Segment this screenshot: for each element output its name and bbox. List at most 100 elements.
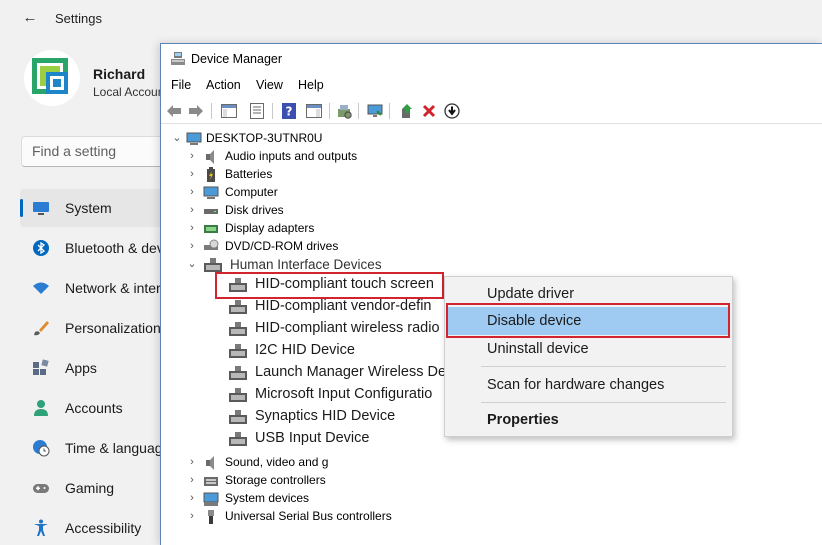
chevron-right-icon[interactable]: ›: [186, 510, 198, 522]
nav-label: Time & language: [65, 440, 171, 456]
tree-category-label: Disk drives: [225, 203, 284, 217]
forward-icon[interactable]: [186, 101, 206, 121]
chevron-right-icon[interactable]: ›: [186, 150, 198, 162]
chevron-right-icon[interactable]: ›: [186, 474, 198, 486]
toolbar-separator: [211, 103, 212, 119]
monitor-icon: [33, 202, 49, 215]
tree-device[interactable]: HID-compliant wireless radio: [161, 320, 461, 340]
chevron-right-icon[interactable]: ›: [186, 204, 198, 216]
tree-category[interactable]: › Computer: [161, 184, 461, 202]
tree-device[interactable]: I2C HID Device: [161, 342, 461, 362]
nav-item-network[interactable]: Network & internet: [20, 269, 180, 307]
tree-category-label: System devices: [225, 491, 310, 505]
disk-drive-icon: [204, 209, 218, 214]
menu-item-scan-hardware[interactable]: Scan for hardware changes: [447, 371, 730, 399]
apps-icon: [33, 359, 49, 375]
nav-item-time-language[interactable]: Time & language: [20, 429, 170, 467]
menu-item-label: Uninstall device: [487, 341, 589, 357]
menu-separator: [481, 402, 726, 403]
avatar[interactable]: [24, 50, 80, 106]
tree-category[interactable]: › Display adapters: [161, 220, 461, 238]
tree-category[interactable]: › Sound, video and g: [161, 454, 461, 472]
menu-help[interactable]: Help: [298, 78, 324, 92]
computer-icon: [186, 132, 202, 145]
tree-category-label: Batteries: [225, 167, 273, 181]
nav-label: System: [65, 200, 112, 216]
gamepad-icon: [33, 484, 49, 493]
scan-hardware-icon[interactable]: [334, 101, 354, 121]
nav-item-accessibility[interactable]: Accessibility: [20, 509, 170, 545]
hid-icon: [229, 322, 247, 336]
hid-icon: [229, 344, 247, 358]
hid-icon: [229, 432, 247, 446]
tree-device[interactable]: HID-compliant vendor-defin: [161, 298, 461, 318]
tree-root[interactable]: ⌄ DESKTOP-3UTNR0U: [161, 130, 461, 148]
tree-category[interactable]: › Audio inputs and outputs: [161, 148, 461, 166]
display-adapter-icon: [204, 225, 218, 233]
action-pane-icon[interactable]: [304, 101, 324, 121]
properties-icon[interactable]: [247, 101, 267, 121]
tree-category[interactable]: › DVD/CD-ROM drives: [161, 238, 461, 256]
menu-item-properties[interactable]: Properties: [447, 406, 730, 434]
tree-category[interactable]: › Universal Serial Bus controllers: [161, 508, 461, 526]
tree-device[interactable]: USB Input Device: [161, 430, 461, 450]
chevron-right-icon[interactable]: ›: [186, 168, 198, 180]
tree-root-label: DESKTOP-3UTNR0U: [206, 131, 323, 145]
tree-category[interactable]: › System devices: [161, 490, 461, 508]
svg-text:?: ?: [286, 105, 293, 119]
hid-icon: [229, 388, 247, 402]
highlight-box-selected-device: [215, 272, 444, 299]
monitor-icon[interactable]: [365, 101, 385, 121]
tree-device[interactable]: Launch Manager Wireless De: [161, 364, 461, 384]
menu-view[interactable]: View: [256, 78, 283, 92]
search-input[interactable]: [32, 143, 162, 159]
menu-item-label: Update driver: [487, 286, 575, 302]
show-hide-console-tree-icon[interactable]: [219, 101, 239, 121]
toolbar: ?: [161, 98, 822, 124]
chevron-down-icon[interactable]: ⌄: [171, 132, 183, 144]
menu-item-uninstall-device[interactable]: Uninstall device: [447, 335, 730, 363]
toolbar-separator: [272, 103, 273, 119]
speaker-icon: [206, 150, 214, 164]
tree-device-label: Launch Manager Wireless De: [255, 364, 447, 380]
help-icon[interactable]: ?: [279, 101, 299, 121]
back-icon[interactable]: [164, 101, 184, 121]
hid-icon: [204, 258, 222, 272]
chevron-right-icon[interactable]: ›: [186, 222, 198, 234]
nav-item-accounts[interactable]: Accounts: [20, 389, 170, 427]
menu-action[interactable]: Action: [206, 78, 241, 92]
nav-label: Accessibility: [65, 520, 142, 536]
chevron-right-icon[interactable]: ›: [186, 492, 198, 504]
menu-separator: [481, 366, 726, 367]
tree-category-label: DVD/CD-ROM drives: [225, 239, 339, 253]
uninstall-icon[interactable]: [419, 101, 439, 121]
device-manager-titlebar[interactable]: Device Manager: [161, 44, 822, 74]
tree-category[interactable]: › Disk drives: [161, 202, 461, 220]
tree-device[interactable]: Microsoft Input Configuratio: [161, 386, 461, 406]
nav-item-personalization[interactable]: Personalization: [20, 309, 170, 347]
tree-category[interactable]: › Storage controllers: [161, 472, 461, 490]
update-driver-icon[interactable]: [397, 101, 417, 121]
nav-item-gaming[interactable]: Gaming: [20, 469, 170, 507]
tree-category-label: Computer: [225, 185, 278, 199]
chevron-right-icon[interactable]: ›: [186, 456, 198, 468]
hid-icon: [229, 300, 247, 314]
tree-category-label: Storage controllers: [225, 473, 326, 487]
device-manager-title: Device Manager: [191, 52, 283, 66]
nav-item-apps[interactable]: Apps: [20, 349, 170, 387]
tree-category[interactable]: › Batteries: [161, 166, 461, 184]
highlight-box-disable-device: [446, 303, 730, 338]
menu-item-label: Properties: [487, 412, 559, 428]
search-box[interactable]: [21, 136, 171, 167]
nav-item-bluetooth[interactable]: Bluetooth & devices: [20, 229, 189, 267]
chevron-right-icon[interactable]: ›: [186, 240, 198, 252]
chevron-right-icon[interactable]: ›: [186, 186, 198, 198]
chevron-down-icon[interactable]: ⌄: [186, 258, 198, 270]
back-arrow-icon[interactable]: ←: [20, 8, 40, 28]
hid-icon: [229, 410, 247, 424]
menu-file[interactable]: File: [171, 78, 191, 92]
device-manager-icon: [171, 52, 185, 65]
disable-icon[interactable]: [442, 101, 462, 121]
nav-item-system[interactable]: System: [20, 189, 170, 227]
tree-device[interactable]: Synaptics HID Device: [161, 408, 461, 428]
